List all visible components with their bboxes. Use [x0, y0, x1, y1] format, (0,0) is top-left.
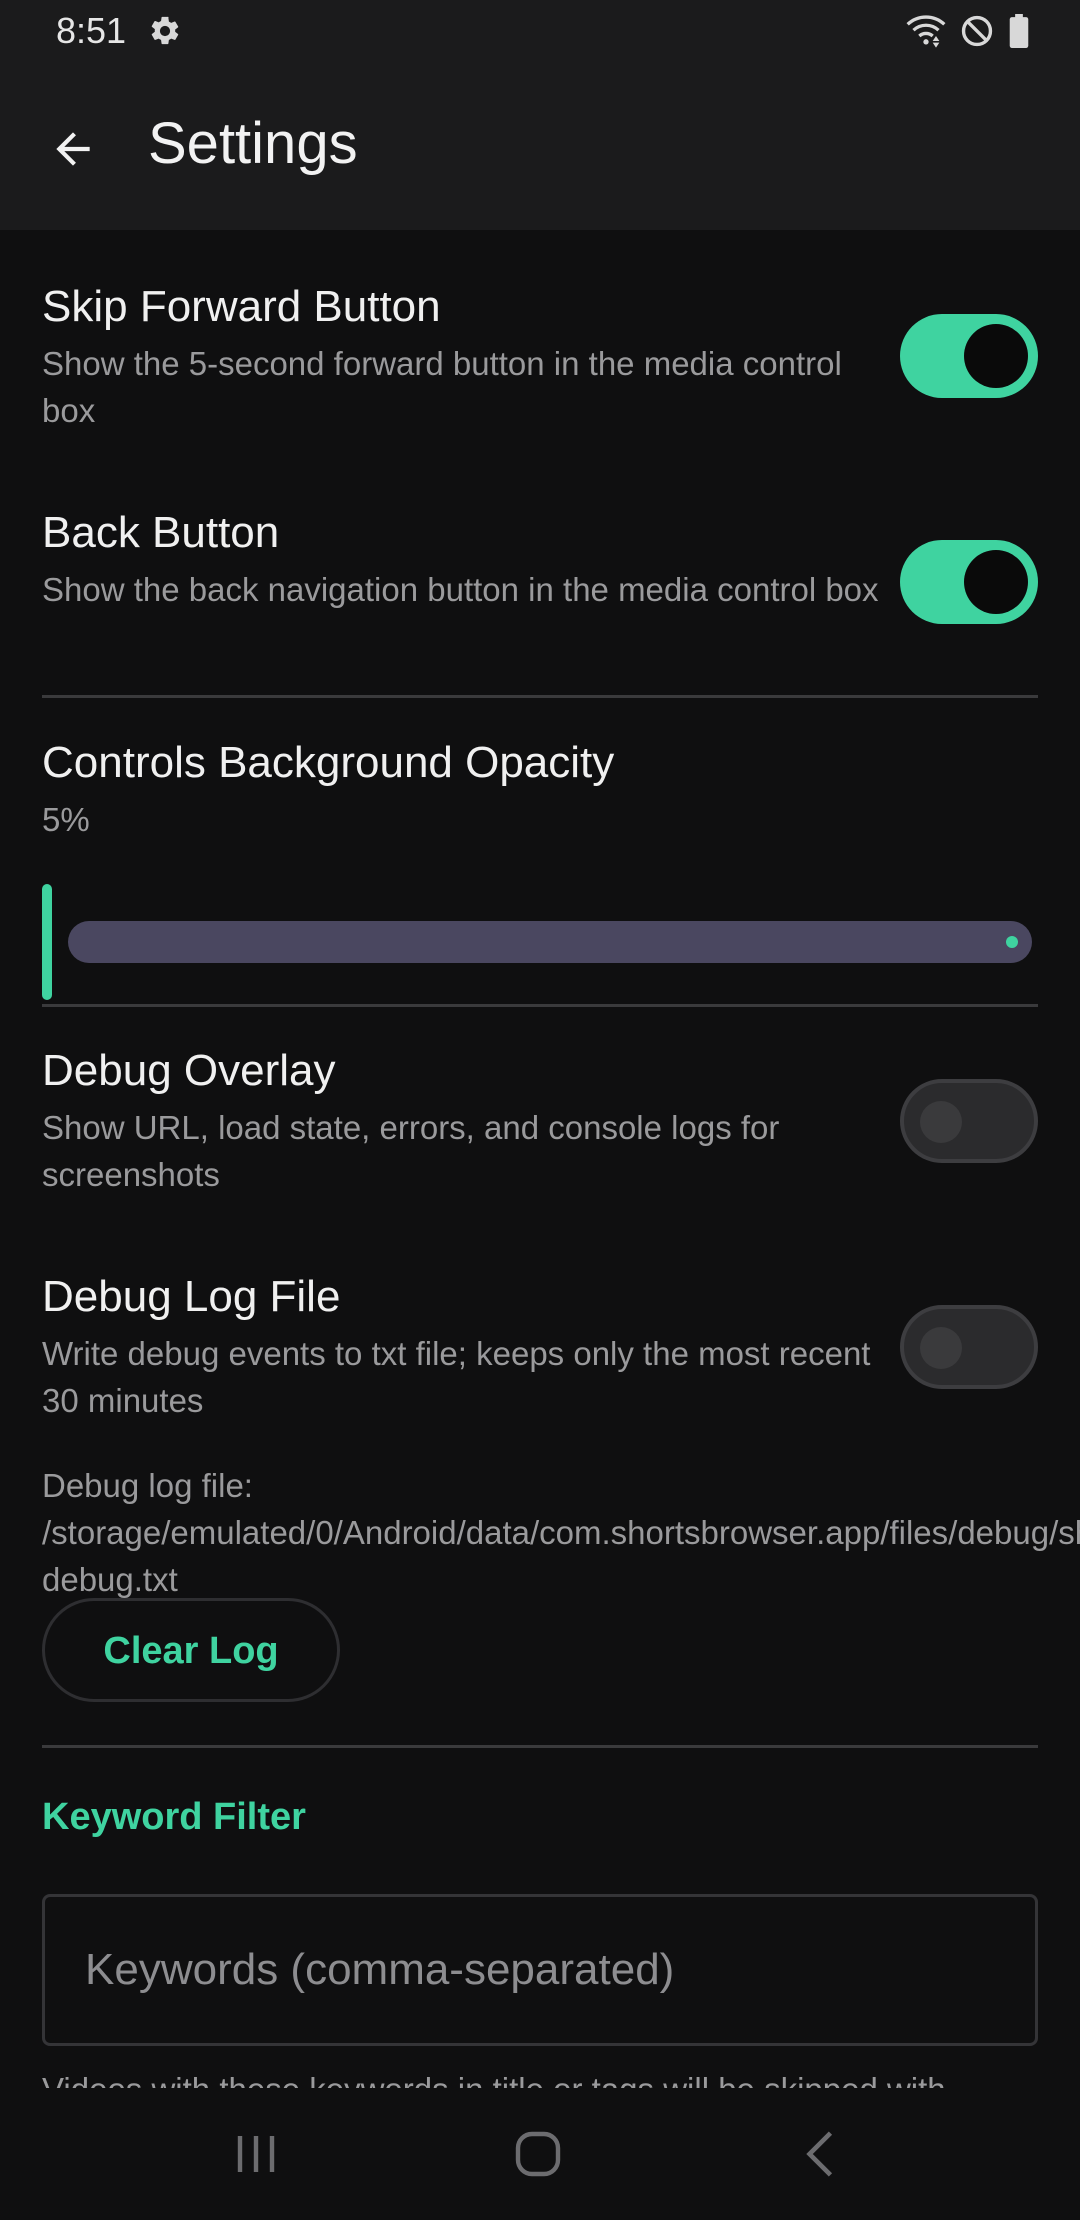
slider-handle[interactable] [42, 884, 52, 1000]
status-icons [906, 12, 1030, 50]
status-time: 8:51 [56, 10, 127, 51]
wifi-icon [906, 15, 946, 48]
setting-description: Show the 5-second forward button in the … [42, 345, 842, 429]
toggle-knob [964, 324, 1028, 388]
home-button[interactable] [498, 2124, 578, 2184]
home-icon [515, 2131, 561, 2177]
debug-overlay-toggle[interactable] [900, 1079, 1038, 1163]
setting-description: Show URL, load state, errors, and consol… [42, 1109, 780, 1193]
opacity-value: 5% [42, 801, 90, 838]
toggle-knob [920, 1327, 962, 1369]
gear-icon [151, 16, 179, 45]
debug-log-file-toggle[interactable] [900, 1305, 1038, 1389]
app-bar: Settings [0, 62, 1080, 230]
do-not-disturb-icon [961, 15, 993, 47]
setting-description: Show the back navigation button in the m… [42, 571, 879, 608]
keywords-input[interactable] [42, 1894, 1038, 2046]
keyword-filter-header: Keyword Filter [42, 1796, 306, 1838]
back-nav-button[interactable] [780, 2124, 860, 2184]
recent-apps-icon [237, 2136, 275, 2172]
settings-content[interactable]: Skip Forward Button Show the 5-second fo… [0, 230, 1080, 2088]
toggle-knob [964, 550, 1028, 614]
system-nav-bar [0, 2088, 1080, 2220]
opacity-slider-track[interactable] [68, 921, 1032, 963]
setting-title: Controls Background Opacity [42, 738, 615, 787]
recent-apps-button[interactable] [216, 2124, 296, 2184]
clear-log-button[interactable]: Clear Log [42, 1598, 340, 1702]
setting-title: Debug Log File [42, 1272, 341, 1321]
arrow-left-icon[interactable] [48, 124, 98, 174]
divider [42, 1745, 1038, 1748]
skip-forward-toggle[interactable] [900, 314, 1038, 398]
battery-icon [1009, 14, 1029, 48]
back-button-toggle[interactable] [900, 540, 1038, 624]
status-bar: 8:51 [0, 0, 1080, 62]
divider [42, 1004, 1038, 1007]
slider-tick [1006, 936, 1018, 948]
debug-log-path: Debug log file: /storage/emulated/0/Andr… [42, 1467, 1080, 1598]
page-title: Settings [148, 111, 358, 176]
divider [42, 695, 1038, 698]
setting-title: Skip Forward Button [42, 282, 441, 331]
setting-title: Debug Overlay [42, 1046, 336, 1095]
setting-title: Back Button [42, 508, 280, 557]
keyword-help-text: Videos with these keywords in title or t… [42, 2066, 1042, 2088]
setting-description: Write debug events to txt file; keeps on… [42, 1335, 871, 1419]
back-nav-icon [806, 2131, 833, 2177]
toggle-knob [920, 1101, 962, 1143]
